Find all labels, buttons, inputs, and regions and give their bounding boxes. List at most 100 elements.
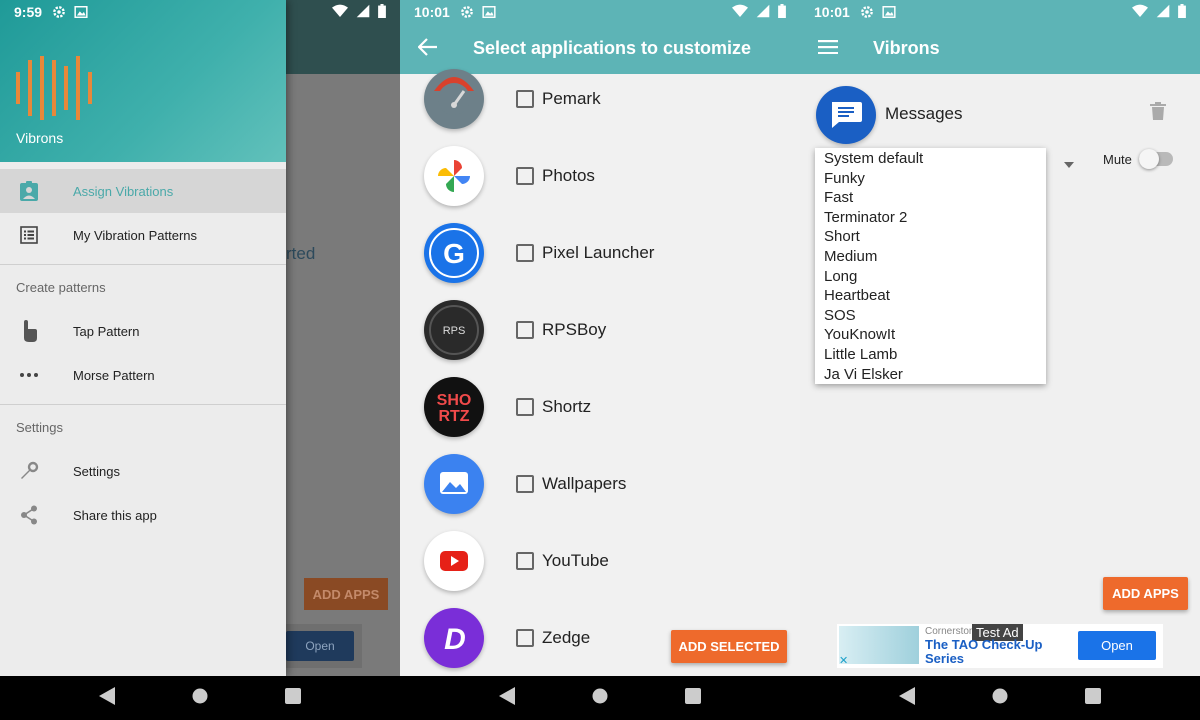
add-apps-button[interactable]: ADD APPS [1103, 577, 1188, 610]
hamburger-menu-icon[interactable] [818, 40, 838, 59]
ad-banner[interactable]: ✕ Cornerstone Test Ad The TAO Check-Up S… [837, 624, 1163, 668]
add-selected-button[interactable]: ADD SELECTED [671, 630, 787, 663]
status-bar: 10:01 [400, 0, 800, 24]
dropdown-option[interactable]: SOS [815, 306, 1046, 326]
dropdown-option[interactable]: Heartbeat [815, 286, 1046, 306]
signal-icon [356, 4, 370, 21]
checkbox[interactable] [516, 166, 534, 185]
pixel-launcher-icon: G [424, 222, 484, 283]
system-nav-bar [400, 676, 800, 720]
battery-icon [1178, 3, 1186, 21]
drawer-item-label: Assign Vibrations [73, 183, 174, 199]
checkbox[interactable] [516, 628, 534, 647]
recents-nav-icon[interactable] [685, 687, 702, 709]
vibration-pattern-dropdown: System default Funky Fast Terminator 2 S… [815, 148, 1046, 384]
app-row-photos[interactable]: Photos [400, 137, 800, 214]
dropdown-option[interactable]: Medium [815, 247, 1046, 267]
screen-select-apps: 10:01 Select applications to customize P… [400, 0, 800, 720]
drawer-item-tap-pattern[interactable]: Tap Pattern [0, 309, 286, 353]
assign-vibrations-icon [18, 180, 40, 202]
drawer-item-label: Tap Pattern [73, 323, 140, 339]
status-time: 9:59 [14, 4, 43, 20]
rpsboy-icon: RPS [424, 299, 484, 360]
wifi-icon [332, 4, 348, 21]
back-nav-icon[interactable] [898, 686, 915, 710]
dropdown-option[interactable]: Short [815, 227, 1046, 247]
dropdown-option[interactable]: Long [815, 267, 1046, 287]
mute-toggle[interactable] [1139, 149, 1173, 169]
dropdown-option[interactable]: System default [815, 149, 1046, 169]
app-label: Photos [542, 165, 595, 185]
status-bar: 10:01 [800, 0, 1200, 24]
svg-text:D: D [444, 623, 466, 656]
drawer-item-settings[interactable]: Settings [0, 449, 286, 493]
checkbox[interactable] [516, 89, 534, 108]
drawer-item-my-vibration-patterns[interactable]: My Vibration Patterns [0, 213, 286, 257]
home-nav-icon[interactable] [992, 688, 1008, 709]
vibrons-logo-icon [16, 56, 92, 125]
status-right [1132, 3, 1186, 21]
wrench-icon [18, 460, 40, 482]
navigation-drawer: Vibrons Assign Vibrations My Vibration P… [0, 0, 286, 676]
checkbox[interactable] [516, 474, 534, 493]
share-icon [18, 504, 40, 526]
recents-nav-icon[interactable] [1085, 687, 1102, 709]
app-row-shortz[interactable]: SHO RTZ Shortz [400, 368, 800, 445]
wifi-icon [732, 4, 748, 21]
dropdown-option[interactable]: Little Lamb [815, 345, 1046, 365]
image-icon [882, 5, 896, 19]
app-row-youtube[interactable]: YouTube [400, 522, 800, 599]
app-label: Zedge [542, 627, 591, 647]
back-arrow-icon[interactable] [417, 38, 438, 61]
drawer-section-create-patterns: Create patterns [16, 280, 106, 295]
drawer-item-assign-vibrations[interactable]: Assign Vibrations [0, 169, 286, 213]
dropdown-option[interactable]: YouKnowIt [815, 325, 1046, 345]
checkbox[interactable] [516, 551, 534, 570]
zedge-icon: D [424, 607, 484, 668]
back-nav-icon[interactable] [498, 686, 515, 710]
screen-navigation-drawer: rted ADD APPS Open 9:59 Vibrons Assign V… [0, 0, 400, 720]
gear-icon [52, 5, 66, 19]
app-row-wallpapers[interactable]: Wallpapers [400, 445, 800, 522]
dropdown-option[interactable]: Fast [815, 188, 1046, 208]
checkbox[interactable] [516, 397, 534, 416]
app-row-pemark[interactable]: Pemark [400, 60, 800, 137]
app-label: RPSBoy [542, 319, 607, 339]
home-nav-icon[interactable] [592, 688, 608, 709]
checkbox[interactable] [516, 243, 534, 262]
trash-icon[interactable] [1150, 102, 1166, 125]
dropdown-caret-icon[interactable] [1064, 155, 1074, 173]
app-label: Pixel Launcher [542, 242, 655, 262]
app-label: Pemark [542, 88, 601, 108]
wallpapers-icon [424, 453, 484, 514]
dropdown-option[interactable]: Funky [815, 169, 1046, 189]
close-ad-icon[interactable]: ✕ [839, 654, 848, 667]
dropdown-option[interactable]: Ja Vi Elsker [815, 365, 1046, 385]
background-open-button: Open [286, 631, 354, 661]
ad-title: The TAO Check-Up Series [925, 637, 1043, 666]
checkbox[interactable] [516, 320, 534, 339]
app-label: Wallpapers [542, 473, 627, 493]
home-nav-icon[interactable] [192, 688, 208, 709]
recents-nav-icon[interactable] [285, 687, 302, 709]
back-nav-icon[interactable] [98, 686, 115, 710]
battery-icon [378, 3, 386, 21]
drawer-section-settings: Settings [16, 420, 63, 435]
drawer-divider [0, 264, 286, 265]
status-time: 10:01 [814, 4, 850, 20]
page-title: Vibrons [873, 38, 940, 58]
drawer-item-share[interactable]: Share this app [0, 493, 286, 537]
drawer-item-morse-pattern[interactable]: Morse Pattern [0, 353, 286, 397]
drawer-divider [0, 404, 286, 405]
app-row-rpsboy[interactable]: RPS RPSBoy [400, 291, 800, 368]
drawer-item-label: Settings [73, 463, 120, 479]
ad-image [839, 626, 919, 664]
dropdown-option[interactable]: Terminator 2 [815, 208, 1046, 228]
app-row-pixel-launcher[interactable]: G Pixel Launcher [400, 214, 800, 291]
svg-text:G: G [443, 238, 465, 269]
status-right [732, 3, 786, 21]
ad-open-button[interactable]: Open [1078, 631, 1156, 660]
photos-icon [424, 145, 484, 206]
messages-icon [816, 86, 876, 144]
list-icon [18, 224, 40, 246]
